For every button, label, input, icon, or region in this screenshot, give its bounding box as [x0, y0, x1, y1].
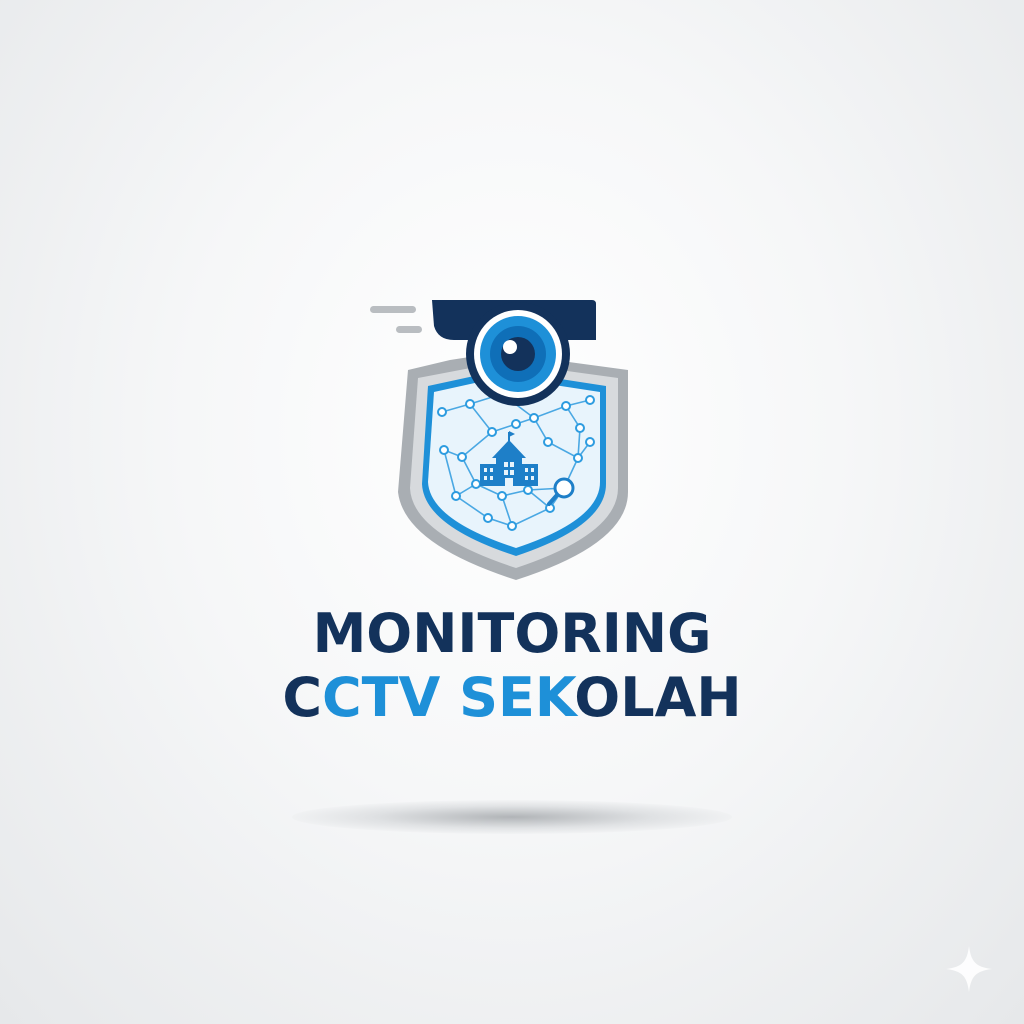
title-line-2: CCTV SEKOLAH: [0, 666, 1024, 730]
title-segment: SEK: [459, 666, 575, 729]
cctv-shield-logo: [370, 300, 628, 580]
title-segment: [440, 666, 459, 729]
speed-lines: [370, 306, 422, 333]
sparkle-icon: [946, 946, 992, 992]
title-segment: C: [282, 666, 323, 729]
title-segment: OLAH: [574, 666, 742, 729]
ground-shadow: [292, 800, 732, 834]
title-line-1: MONITORING: [312, 602, 712, 665]
title-segment: CTV: [322, 666, 441, 729]
